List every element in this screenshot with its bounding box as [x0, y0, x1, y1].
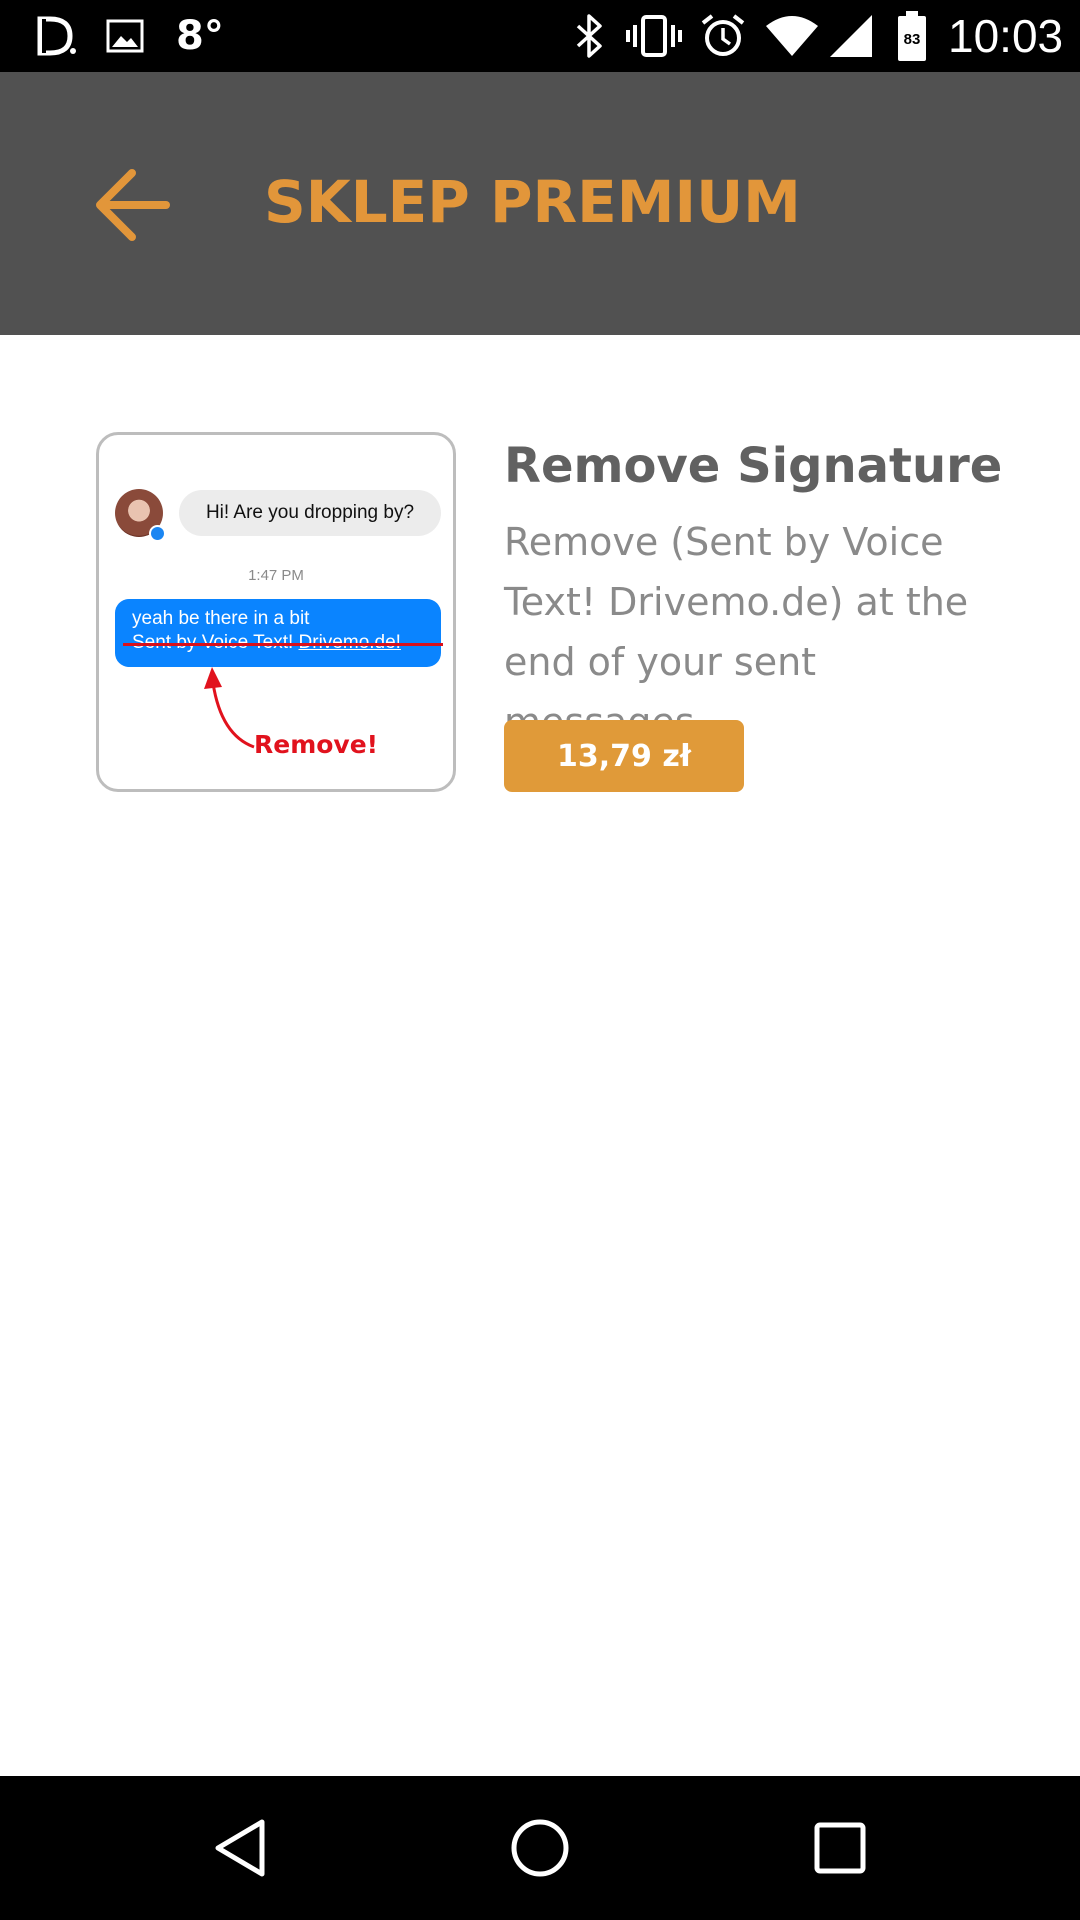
buy-price-button[interactable]: 13,79 zł [504, 720, 744, 792]
bluetooth-icon [574, 0, 606, 72]
nav-home-button[interactable] [460, 1776, 620, 1920]
status-time: 10:03 [948, 10, 1064, 62]
product-description: Remove (Sent by Voice Text! Drivemo.de) … [504, 520, 969, 744]
nav-bar [0, 1776, 1080, 1920]
message-timestamp: 1:47 PM [248, 567, 304, 584]
nav-recents-button[interactable] [760, 1776, 920, 1920]
strikethrough-line [123, 643, 443, 646]
page-title: SKLEP PREMIUM [264, 168, 801, 236]
incoming-message-bubble: Hi! Are you dropping by? [179, 490, 441, 536]
nav-back-button[interactable] [160, 1776, 320, 1920]
remove-callout: Remove! [254, 730, 379, 759]
status-bar: 8° 83 10:03 [0, 0, 1080, 72]
messenger-badge-icon [149, 525, 166, 542]
gallery-icon [106, 0, 144, 72]
recents-square-icon [814, 1822, 866, 1874]
d-app-icon [36, 0, 76, 72]
alarm-icon [700, 0, 746, 72]
battery-level: 83 [904, 31, 921, 48]
back-button[interactable] [82, 160, 182, 250]
app-bar: SKLEP PREMIUM [0, 72, 1080, 335]
outgoing-message-bubble: yeah be there in a bit Sent by Voice Tex… [115, 599, 443, 667]
temperature: 8° [176, 13, 224, 59]
product-title: Remove Signature [504, 438, 1003, 494]
arrow-left-icon [96, 169, 170, 241]
back-triangle-icon [215, 1819, 265, 1877]
signal-icon [828, 0, 874, 72]
product-preview-image: Hi! Are you dropping by? 1:47 PM yeah be… [96, 432, 456, 792]
outgoing-message-text: yeah be there in a bit [132, 608, 310, 629]
wifi-icon [764, 0, 820, 72]
battery-icon: 83 [896, 0, 928, 72]
vibrate-icon [626, 0, 682, 72]
home-circle-icon [511, 1819, 569, 1877]
